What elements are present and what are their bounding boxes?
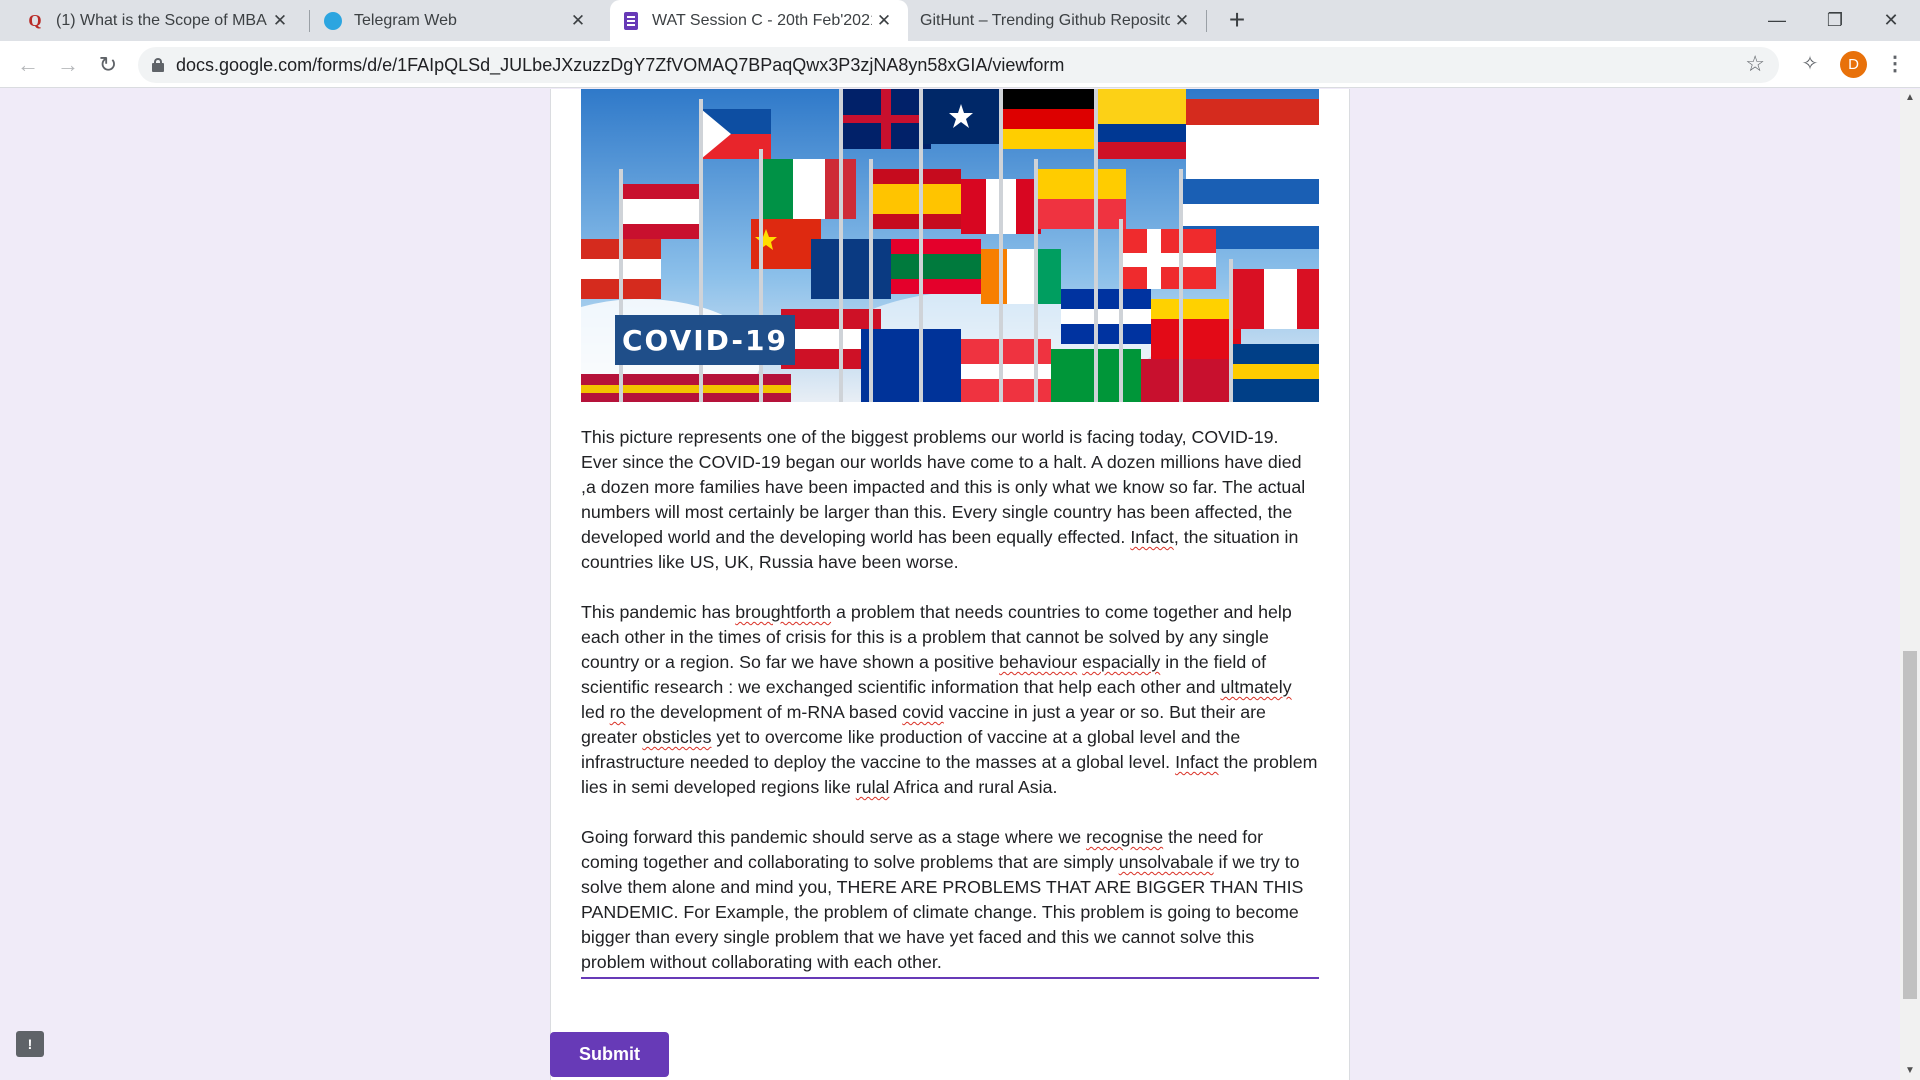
- answer-text: the development of m-RNA based: [625, 702, 903, 722]
- answer-text: led: [581, 702, 610, 722]
- restore-button[interactable]: ❐: [1806, 0, 1864, 41]
- new-tab-button[interactable]: +: [1220, 4, 1254, 38]
- tab-title: WAT Session C - 20th Feb'2021: [652, 11, 872, 29]
- page-viewport: COVID-19 This picture represents one of …: [0, 89, 1900, 1080]
- lock-icon[interactable]: [152, 58, 164, 72]
- scroll-up-arrow-icon[interactable]: ▲: [1900, 89, 1920, 107]
- quora-icon: Q: [28, 10, 42, 30]
- forward-button[interactable]: →: [52, 49, 84, 81]
- tab-strip: Q (1) What is the Scope of MBA in India …: [0, 0, 1920, 41]
- question-image: COVID-19: [581, 89, 1319, 402]
- google-forms-icon: [622, 11, 640, 30]
- answer-paragraph: This pandemic has broughtforth a problem…: [581, 600, 1319, 800]
- image-caption-label: COVID-19: [615, 315, 795, 365]
- misspelled-word: unsolvabale: [1118, 852, 1214, 872]
- answer-textarea[interactable]: This picture represents one of the bigge…: [581, 425, 1319, 975]
- browser-menu-icon[interactable]: ⋮: [1882, 51, 1908, 76]
- tab-separator: [309, 10, 310, 32]
- tab-title: Telegram Web: [354, 11, 457, 29]
- browser-toolbar: ← → ↻ docs.google.com/forms/d/e/1FAIpQLS…: [0, 41, 1920, 88]
- address-bar[interactable]: docs.google.com/forms/d/e/1FAIpQLSd_JULb…: [138, 47, 1779, 83]
- answer-text: Going forward this pandemic should serve…: [581, 827, 1087, 847]
- misspelled-word: Infact: [1175, 752, 1219, 772]
- minimize-button[interactable]: —: [1748, 0, 1806, 41]
- submit-button[interactable]: Submit: [550, 1032, 669, 1077]
- scroll-down-arrow-icon[interactable]: ▼: [1900, 1062, 1920, 1080]
- bookmark-star-icon[interactable]: ☆: [1745, 51, 1765, 77]
- answer-text: This pandemic has: [581, 602, 736, 622]
- misspelled-word: ultmately: [1220, 677, 1292, 697]
- page-scrollbar[interactable]: ▲ ▼: [1900, 89, 1920, 1080]
- misspelled-word: recognise: [1086, 827, 1164, 847]
- answer-paragraph: Going forward this pandemic should serve…: [581, 825, 1319, 975]
- misspelled-word: covid: [902, 702, 944, 722]
- close-window-button[interactable]: ✕: [1862, 0, 1920, 41]
- misspelled-word: obsticles: [642, 727, 712, 747]
- misspelled-word: ro: [609, 702, 626, 722]
- tab-title: GitHunt – Trending Github Repositories: [920, 11, 1170, 29]
- tab-githunt[interactable]: GitHunt – Trending Github Repositories ✕: [908, 0, 1206, 41]
- back-button[interactable]: ←: [12, 49, 44, 81]
- misspelled-word: rulal: [855, 777, 890, 797]
- close-tab-icon[interactable]: ✕: [872, 11, 896, 31]
- telegram-icon: [324, 11, 342, 30]
- tab-title: (1) What is the Scope of MBA in India: [56, 11, 268, 29]
- url-text: docs.google.com/forms/d/e/1FAIpQLSd_JULb…: [176, 54, 1065, 75]
- tab-separator: [1206, 10, 1207, 32]
- answer-text: Africa and rural Asia.: [889, 777, 1058, 797]
- report-feedback-icon[interactable]: !: [16, 1031, 44, 1057]
- tab-telegram[interactable]: Telegram Web ✕: [312, 0, 602, 41]
- misspelled-word: espacially: [1082, 652, 1161, 672]
- close-tab-icon[interactable]: ✕: [1170, 11, 1194, 31]
- reload-button[interactable]: ↻: [92, 49, 124, 81]
- misspelled-word: broughtforth: [735, 602, 832, 622]
- close-tab-icon[interactable]: ✕: [268, 11, 292, 31]
- tab-quora[interactable]: Q (1) What is the Scope of MBA in India …: [14, 0, 304, 41]
- answer-focus-underline: [581, 977, 1319, 979]
- extensions-icon[interactable]: ✧: [1797, 51, 1823, 76]
- scrollbar-thumb[interactable]: [1903, 651, 1917, 999]
- misspelled-word: Infact: [1130, 527, 1174, 547]
- tab-wat-session[interactable]: WAT Session C - 20th Feb'2021 ✕: [610, 0, 908, 41]
- profile-avatar[interactable]: D: [1840, 51, 1867, 78]
- misspelled-word: behaviour: [999, 652, 1078, 672]
- close-tab-icon[interactable]: ✕: [566, 11, 590, 31]
- answer-paragraph: This picture represents one of the bigge…: [581, 425, 1319, 575]
